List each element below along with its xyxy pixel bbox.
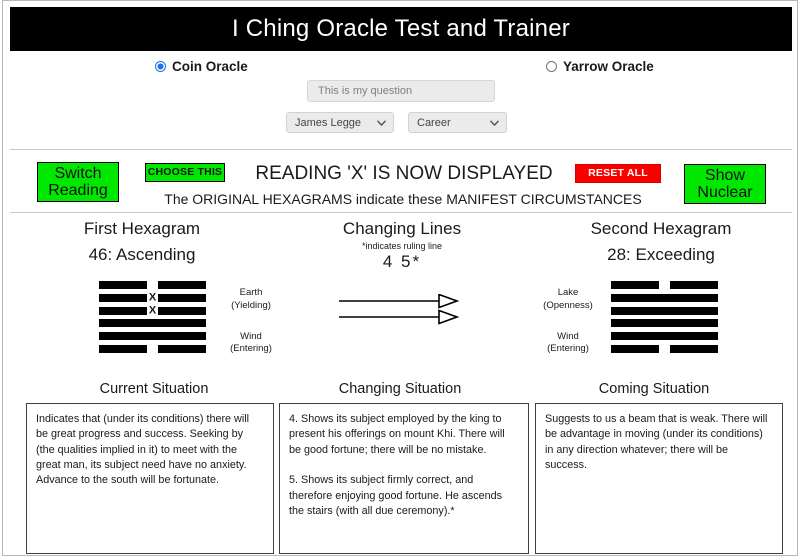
hexagram-line-yin[interactable] [99,281,206,289]
radio-coin-oracle-label: Coin Oracle [172,59,248,74]
line-segment [669,281,718,289]
translator-select[interactable]: James Legge [286,112,394,133]
hexagram-line-yang[interactable] [611,306,718,315]
hexagram-line-yang[interactable] [611,332,718,341]
second-lower-trigram: Wind [557,330,579,342]
line-segment [611,319,718,328]
line-segment [99,332,206,341]
hexagram-line-yin[interactable]: X [99,303,206,316]
oracle-mode-group: Coin Oracle Yarrow Oracle [3,59,799,81]
hexagram-line-yin[interactable] [611,344,718,353]
hexagram-line-yang[interactable] [611,319,718,328]
first-hexagram-heading: First Hexagram [83,219,201,238]
topic-select[interactable]: Career [408,112,507,133]
changing-line-marker: X [148,291,157,304]
first-hexagram-panel: First Hexagram 46: Ascending XX Earth (Y… [11,219,273,357]
second-upper-trigram: Lake [557,287,579,298]
radio-yarrow-oracle[interactable]: Yarrow Oracle [546,59,654,74]
page-title: I Ching Oracle Test and Trainer [10,7,792,51]
second-upper-trigram-attribute: (Openness) [543,299,593,311]
second-hexagram-heading: Second Hexagram [590,219,732,238]
transformation-arrows [273,290,531,350]
radio-yarrow-oracle-label: Yarrow Oracle [563,59,654,74]
line-segment [611,293,718,302]
first-hexagram-name: 46: Ascending [88,245,196,264]
line-segment [99,344,148,353]
reading-status-headline: READING 'X' IS NOW DISPLAYED [255,163,553,184]
coming-situation-text[interactable]: Suggests to us a beam that is weak. Ther… [535,403,783,554]
line-segment [99,281,148,289]
line-segment [157,344,206,353]
line-segment [99,306,148,315]
line-segment [99,319,206,328]
situation-labels-row: Current Situation Changing Situation Com… [11,381,791,401]
chevron-down-icon [377,118,386,126]
chevron-down-icon [490,118,499,126]
show-nuclear-button[interactable]: Show Nuclear [684,164,766,204]
radio-selected-icon[interactable] [155,61,166,72]
second-lower-trigram-attribute: (Entering) [547,343,589,355]
coming-situation-label: Coming Situation [598,381,710,397]
line-segment [157,293,206,302]
app-window: I Ching Oracle Test and Trainer Coin Ora… [2,0,798,556]
current-situation-text[interactable]: Indicates that (under its conditions) th… [26,403,274,554]
line-segment [611,306,718,315]
ruling-line-note: *indicates ruling line [361,241,443,251]
reset-all-button[interactable]: RESET ALL [575,164,661,183]
changing-line-marker: X [148,303,157,316]
changing-lines-numbers: 4 5* [382,252,422,271]
translator-select-value: James Legge [295,116,362,129]
hexagram-line-yin[interactable]: X [99,291,206,304]
hexagram-line-yang[interactable] [611,293,718,302]
changing-situation-text[interactable]: 4. Shows its subject employed by the kin… [279,403,529,554]
current-situation-label: Current Situation [99,381,209,397]
radio-unselected-icon[interactable] [546,61,557,72]
second-hexagram-trigram-labels: Lake (Openness) Wind (Entering) [531,283,605,356]
arrow-right-icon [339,294,460,325]
hexagram-line-yin[interactable] [99,344,206,353]
second-hexagram-graphic: Lake (Openness) Wind (Entering) [531,281,791,357]
line-segment [99,293,148,302]
line-segment [669,344,718,353]
line-segment [611,332,718,341]
first-hexagram-graphic: XX Earth (Yielding) Wind (Entering) [11,281,273,357]
divider-controls [10,149,792,150]
line-segment [611,344,660,353]
reading-status-subline: The ORIGINAL HEXAGRAMS indicate these MA… [164,191,642,207]
choose-this-button[interactable]: CHOOSE THIS [145,163,225,182]
line-segment [157,306,206,315]
divider-toolbar [10,212,792,213]
radio-coin-oracle[interactable]: Coin Oracle [155,59,248,74]
question-input[interactable] [307,80,495,102]
second-hexagram-lines[interactable] [611,281,718,353]
switch-reading-button[interactable]: Switch Reading [37,162,119,202]
second-hexagram-panel: Second Hexagram 28: Exceeding Lake (Open… [531,219,791,357]
line-segment [611,281,660,289]
changing-lines-panel: Changing Lines *indicates ruling line 4 … [273,219,531,350]
line-segment [157,281,206,289]
topic-select-value: Career [417,116,451,129]
changing-lines-heading: Changing Lines [342,219,462,238]
second-hexagram-name: 28: Exceeding [607,245,715,264]
first-hexagram-lines[interactable]: XX [99,281,206,353]
changing-situation-label: Changing Situation [338,381,462,397]
hexagram-line-yang[interactable] [99,332,206,341]
hexagram-line-yin[interactable] [611,281,718,289]
hexagram-line-yang[interactable] [99,319,206,328]
